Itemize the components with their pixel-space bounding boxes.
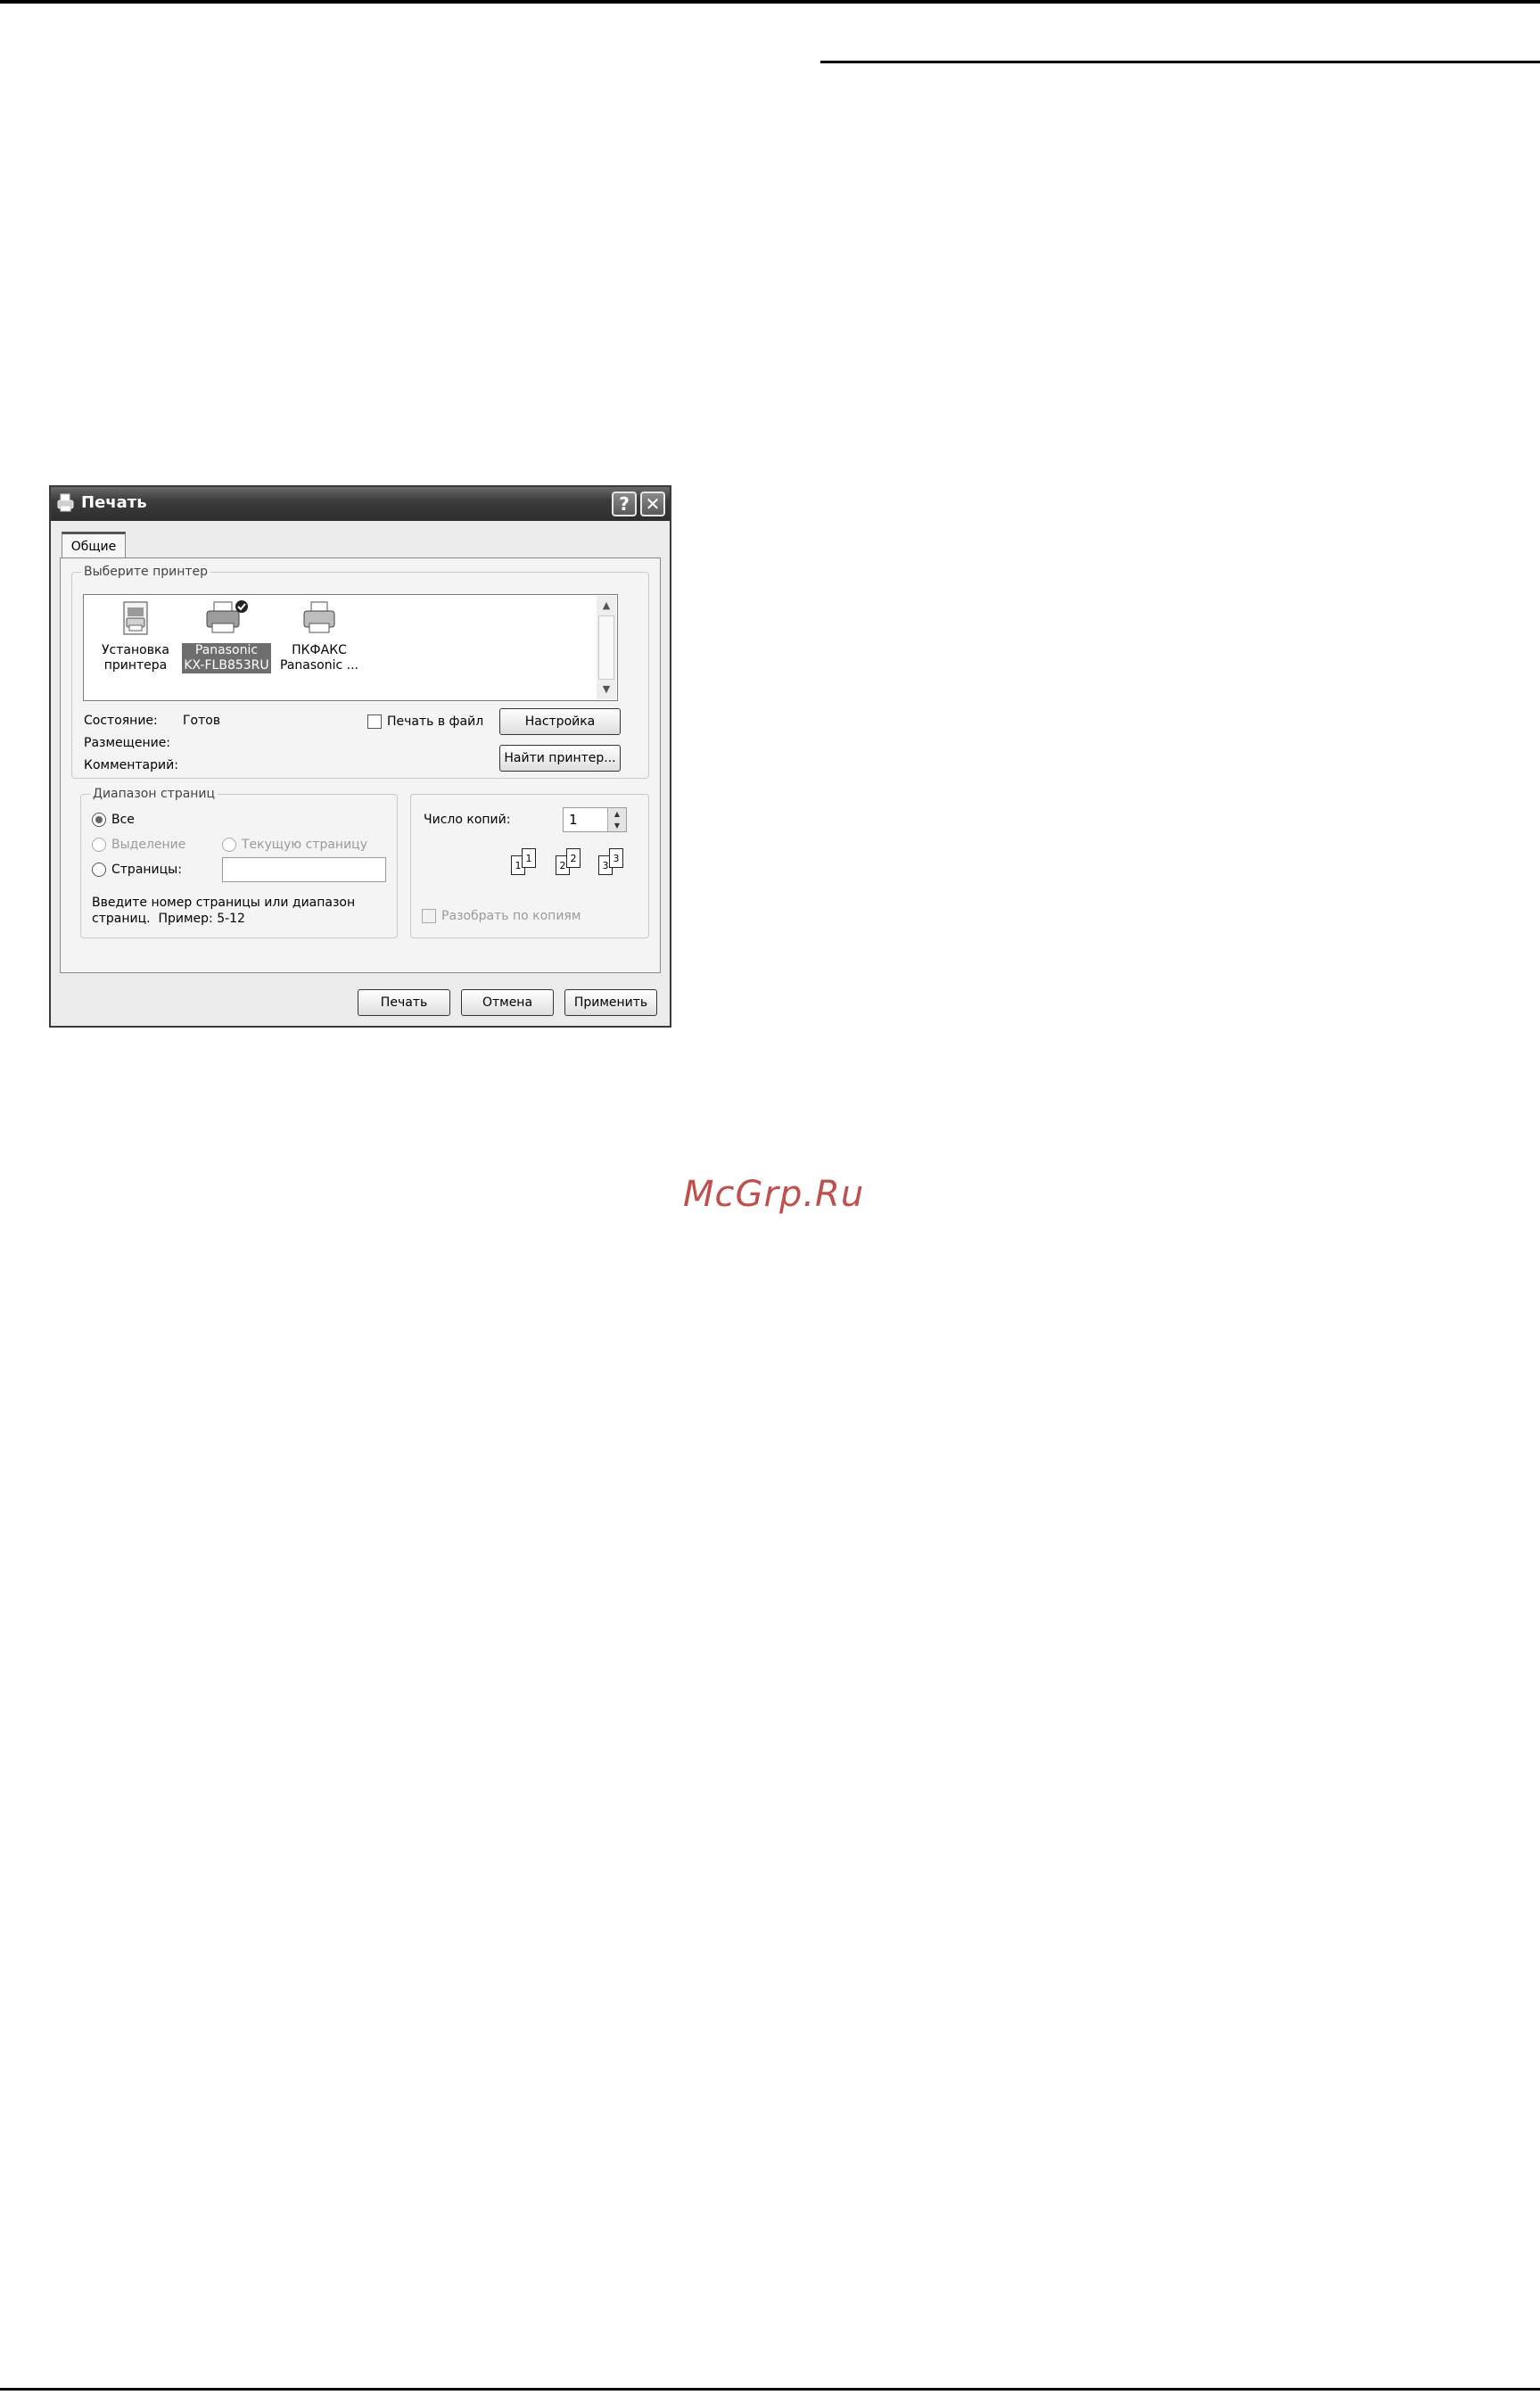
title-bar[interactable]: Печать ? ✕: [51, 487, 670, 521]
printer-icon: [57, 493, 74, 512]
printer-label: Установка принтера: [102, 643, 169, 673]
printer-item-panasonic[interactable]: Panasonic KX-FLB853RU: [182, 599, 271, 695]
copies-spinner[interactable]: 1 ▲ ▼: [563, 807, 627, 832]
print-button[interactable]: Печать: [358, 989, 450, 1016]
scroll-thumb[interactable]: [598, 615, 614, 680]
copies-group: Число копий: 1 ▲ ▼ 1 1 2 2 3 3 Разобрать…: [410, 794, 649, 938]
dialog-title: Печать: [81, 493, 147, 512]
settings-button[interactable]: Настройка: [499, 708, 621, 735]
copies-value[interactable]: 1: [569, 812, 578, 828]
collate-checkbox[interactable]: [422, 909, 436, 923]
pages-input[interactable]: [222, 857, 386, 882]
spin-up-icon[interactable]: ▲: [608, 808, 626, 820]
status-label: Состояние:: [84, 714, 158, 728]
print-to-file-label[interactable]: Печать в файл: [387, 714, 483, 729]
bottom-rule: [0, 2388, 1540, 2391]
print-to-file-checkbox[interactable]: [367, 714, 382, 729]
printer-icon: [303, 601, 335, 633]
apply-button[interactable]: Применить: [564, 989, 657, 1016]
add-printer-icon: [123, 601, 148, 635]
printer-list-scrollbar[interactable]: ▲ ▼: [597, 596, 616, 699]
close-button[interactable]: ✕: [640, 491, 665, 516]
all-pages-label[interactable]: Все: [111, 813, 135, 827]
scroll-up-icon[interactable]: ▲: [598, 598, 614, 614]
printer-label: ПКФАКС Panasonic ...: [280, 643, 358, 673]
printer-label: Panasonic KX-FLB853RU: [182, 643, 271, 673]
status-value: Готов: [183, 714, 221, 728]
collate-label[interactable]: Разобрать по копиям: [441, 909, 581, 923]
pages-label[interactable]: Страницы:: [111, 863, 182, 877]
all-pages-radio[interactable]: [92, 813, 106, 827]
scroll-down-icon[interactable]: ▼: [598, 681, 614, 698]
page-range-group: Диапазон страниц Все Выделение Текущую с…: [80, 787, 398, 938]
page-icon: 2: [566, 848, 581, 868]
print-dialog: Печать ? ✕ Общие Выберите принтер Устано…: [49, 485, 671, 1028]
page-range-label: Диапазон страниц: [90, 787, 218, 801]
comment-label: Комментарий:: [84, 758, 178, 772]
spinner-buttons[interactable]: ▲ ▼: [607, 808, 626, 831]
printer-list[interactable]: Установка принтера Panasonic KX-FLB853RU: [83, 594, 618, 701]
current-page-radio[interactable]: [222, 838, 236, 852]
location-label: Размещение:: [84, 736, 171, 750]
printer-item-pcfax[interactable]: ПКФАКС Panasonic ...: [275, 599, 364, 695]
printer-group-label: Выберите принтер: [81, 565, 211, 579]
pages-radio[interactable]: [92, 863, 106, 877]
selection-label[interactable]: Выделение: [111, 838, 185, 852]
page-icon: 1: [522, 848, 536, 868]
selection-radio[interactable]: [92, 838, 106, 852]
find-printer-button[interactable]: Найти принтер...: [499, 745, 621, 772]
section-rule: [820, 61, 1540, 63]
copies-label: Число копий:: [424, 813, 511, 827]
tab-general[interactable]: Общие: [62, 532, 126, 558]
tab-panel-general: Выберите принтер Установка принтера Pana…: [60, 557, 661, 973]
current-page-label[interactable]: Текущую страницу: [242, 838, 367, 852]
printer-item-add[interactable]: Установка принтера: [91, 599, 180, 695]
spin-down-icon[interactable]: ▼: [608, 820, 626, 831]
page-range-hint: Введите номер страницы или диапазон стра…: [92, 896, 356, 926]
watermark: McGrp.Ru: [683, 1174, 865, 1215]
printer-group: Выберите принтер Установка принтера Pana…: [71, 565, 649, 779]
help-button[interactable]: ?: [612, 491, 637, 516]
cancel-button[interactable]: Отмена: [461, 989, 554, 1016]
printer-icon: [206, 600, 248, 633]
top-rule: [0, 0, 1540, 4]
page-icon: 3: [609, 848, 623, 868]
